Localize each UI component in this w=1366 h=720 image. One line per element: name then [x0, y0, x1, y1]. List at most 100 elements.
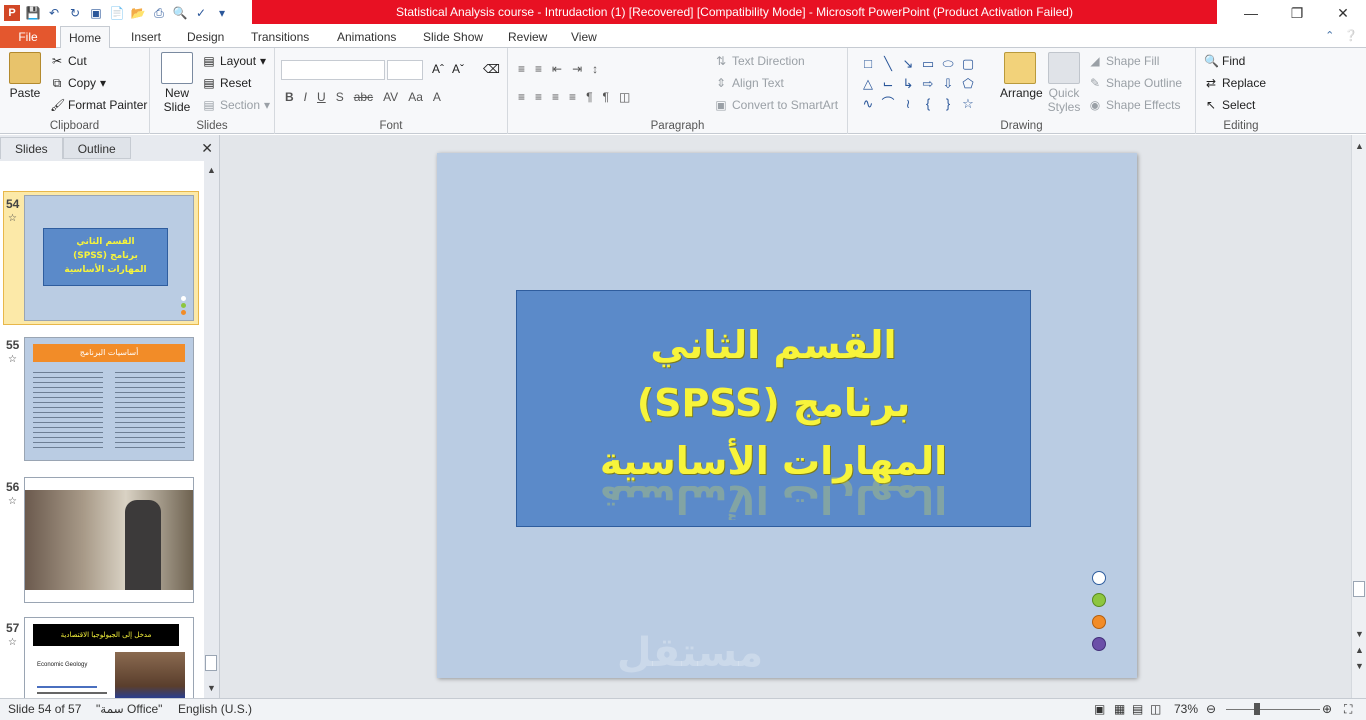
shrink-font-button[interactable]: Aˇ — [451, 62, 465, 76]
font-name-select[interactable] — [281, 60, 385, 80]
close-panel-icon[interactable]: ✕ — [201, 140, 213, 157]
language-indicator[interactable]: English (U.S.) — [178, 702, 252, 716]
underline-button[interactable]: U — [317, 90, 326, 104]
align-text-button[interactable]: ⇕ Align Text — [714, 76, 784, 90]
slideshow-view-icon[interactable]: ◫ — [1150, 702, 1161, 716]
shape-outline-button[interactable]: ✎ Shape Outline — [1088, 76, 1182, 90]
theme-name[interactable]: "سمة Office" — [96, 702, 162, 716]
copy-button[interactable]: ⧉ Copy ▾ — [50, 76, 106, 90]
panel-scrollbar[interactable]: ▲ ▼ — [204, 161, 218, 698]
tab-home[interactable]: Home — [60, 26, 111, 49]
slide-thumbnail-54[interactable]: القسم الثاني برنامج (SPSS) المهارات الأس… — [24, 195, 194, 321]
slide-title[interactable]: القسم الثاني برنامج (SPSS) المهارات الأس… — [516, 316, 1031, 490]
rounded-rect-shape-icon[interactable]: ▢ — [958, 54, 978, 74]
slide-thumbnail-56[interactable] — [24, 477, 194, 603]
normal-view-icon[interactable]: ▣ — [1094, 702, 1105, 716]
align-left-icon[interactable]: ≡ — [518, 90, 525, 104]
scroll-up-icon[interactable]: ▲ — [1355, 141, 1364, 151]
freeform-shape-icon[interactable]: ∿ — [858, 94, 878, 114]
italic-button[interactable]: I — [304, 90, 307, 104]
tab-design[interactable]: Design — [179, 26, 232, 48]
editor-vertical-scrollbar[interactable]: ▲ ▼ ▲ ▼ — [1351, 135, 1366, 698]
right-brace-icon[interactable]: } — [938, 94, 958, 114]
replace-button[interactable]: ⇄ Replace — [1204, 76, 1266, 90]
redo-icon[interactable]: ↻ — [67, 5, 83, 21]
numbering-icon[interactable]: ≡ — [535, 62, 542, 76]
tab-slides[interactable]: Slides — [0, 137, 63, 159]
slide-thumbnail-55[interactable]: أساسيات البرنامج — [24, 337, 194, 461]
next-slide-icon[interactable]: ▼ — [1355, 661, 1364, 671]
shape-effects-button[interactable]: ◉ Shape Effects — [1088, 98, 1181, 112]
tab-transitions[interactable]: Transitions — [243, 26, 317, 48]
rtl-icon[interactable]: ¶ — [603, 90, 609, 104]
paste-button[interactable]: Paste — [6, 52, 44, 100]
slide-thumbnail-57[interactable]: مدخل إلى الجيولوجيا الاقتصادية Economic … — [24, 617, 194, 698]
line-shape-icon[interactable]: ╲ — [878, 54, 898, 74]
help-icon[interactable]: ❔ — [1344, 29, 1358, 42]
undo-icon[interactable]: ↶ — [46, 5, 62, 21]
shadow-button[interactable]: S — [336, 90, 344, 104]
reset-button[interactable]: ▤ Reset — [202, 76, 251, 90]
nav-dot-green[interactable] — [1092, 593, 1106, 607]
grow-font-button[interactable]: Aˆ — [431, 62, 445, 76]
triangle-shape-icon[interactable]: △ — [858, 74, 878, 94]
new-icon[interactable]: 📄 — [109, 5, 125, 21]
scroll-up-icon[interactable]: ▲ — [207, 165, 216, 175]
previous-slide-icon[interactable]: ▲ — [1355, 645, 1364, 655]
down-arrow-shape-icon[interactable]: ⇩ — [938, 74, 958, 94]
scroll-down-icon[interactable]: ▼ — [207, 683, 216, 693]
fit-to-window-icon[interactable]: ⛶ — [1344, 702, 1352, 717]
star-shape-icon[interactable]: ☆ — [958, 94, 978, 114]
line-spacing-icon[interactable]: ↕ — [592, 62, 598, 76]
clear-format-button[interactable]: ⌫ — [483, 62, 500, 76]
elbow-arrow-icon[interactable]: ↳ — [898, 74, 918, 94]
powerpoint-logo-icon[interactable]: P — [4, 5, 20, 21]
align-center-icon[interactable]: ≡ — [535, 90, 542, 104]
nav-dot-orange[interactable] — [1092, 615, 1106, 629]
shape-fill-button[interactable]: ◢ Shape Fill — [1088, 54, 1159, 68]
cut-button[interactable]: ✂ Cut — [50, 54, 87, 68]
arrange-button[interactable]: Arrange — [1000, 52, 1043, 100]
convert-smartart-button[interactable]: ▣ Convert to SmartArt — [714, 98, 838, 112]
align-right-icon[interactable]: ≡ — [552, 90, 559, 104]
columns-icon[interactable]: ◫ — [619, 90, 630, 104]
pentagon-shape-icon[interactable]: ⬠ — [958, 74, 978, 94]
oval-shape-icon[interactable]: ⬭ — [938, 54, 958, 74]
zoom-slider-thumb[interactable] — [1254, 703, 1260, 715]
elbow-connector-icon[interactable]: ⌙ — [878, 74, 898, 94]
quick-styles-button[interactable]: Quick Styles — [1044, 52, 1084, 114]
close-button[interactable]: ✕ — [1320, 0, 1366, 26]
tab-review[interactable]: Review — [500, 26, 555, 48]
tab-file[interactable]: File — [0, 26, 56, 48]
zoom-slider-track[interactable] — [1226, 709, 1320, 710]
font-color-button[interactable]: A — [433, 90, 441, 104]
scroll-down-icon[interactable]: ▼ — [1355, 629, 1364, 639]
select-button[interactable]: ↖ Select — [1204, 98, 1255, 112]
format-painter-button[interactable]: 🖌 Format Painter — [50, 98, 147, 112]
strikethrough-button[interactable]: abc — [354, 90, 373, 104]
curve-shape-icon[interactable]: ≀ — [898, 94, 918, 114]
minimize-button[interactable]: — — [1228, 0, 1274, 26]
slideshow-icon[interactable]: ▣ — [88, 5, 104, 21]
nav-dot-white[interactable] — [1092, 571, 1106, 585]
increase-indent-icon[interactable]: ⇥ — [572, 62, 582, 76]
tab-view[interactable]: View — [563, 26, 605, 48]
bold-button[interactable]: B — [285, 90, 294, 104]
bullets-icon[interactable]: ≡ — [518, 62, 525, 76]
tab-outline[interactable]: Outline — [62, 137, 131, 159]
character-spacing-button[interactable]: AV — [383, 90, 398, 104]
tab-animations[interactable]: Animations — [329, 26, 404, 48]
text-direction-button[interactable]: ⇅ Text Direction — [714, 54, 805, 68]
minimize-ribbon-icon[interactable]: ⌃ — [1325, 29, 1334, 42]
print-icon[interactable]: ⎙ — [151, 5, 167, 21]
reading-view-icon[interactable]: ▤ — [1132, 702, 1143, 716]
decrease-indent-icon[interactable]: ⇤ — [552, 62, 562, 76]
save-icon[interactable]: 💾 — [25, 5, 41, 21]
shapes-gallery[interactable]: □ ╲ ↘ ▭ ⬭ ▢ △ ⌙ ↳ ⇨ ⇩ ⬠ ∿ ⌒ ≀ { } ☆ — [858, 54, 978, 114]
justify-icon[interactable]: ≡ — [569, 90, 576, 104]
restore-button[interactable]: ❐ — [1274, 0, 1320, 26]
section-button[interactable]: ▤ Section ▾ — [202, 98, 270, 112]
zoom-level[interactable]: 73% — [1174, 702, 1198, 716]
zoom-in-icon[interactable]: ⊕ — [1322, 702, 1332, 716]
open-icon[interactable]: 📂 — [130, 5, 146, 21]
